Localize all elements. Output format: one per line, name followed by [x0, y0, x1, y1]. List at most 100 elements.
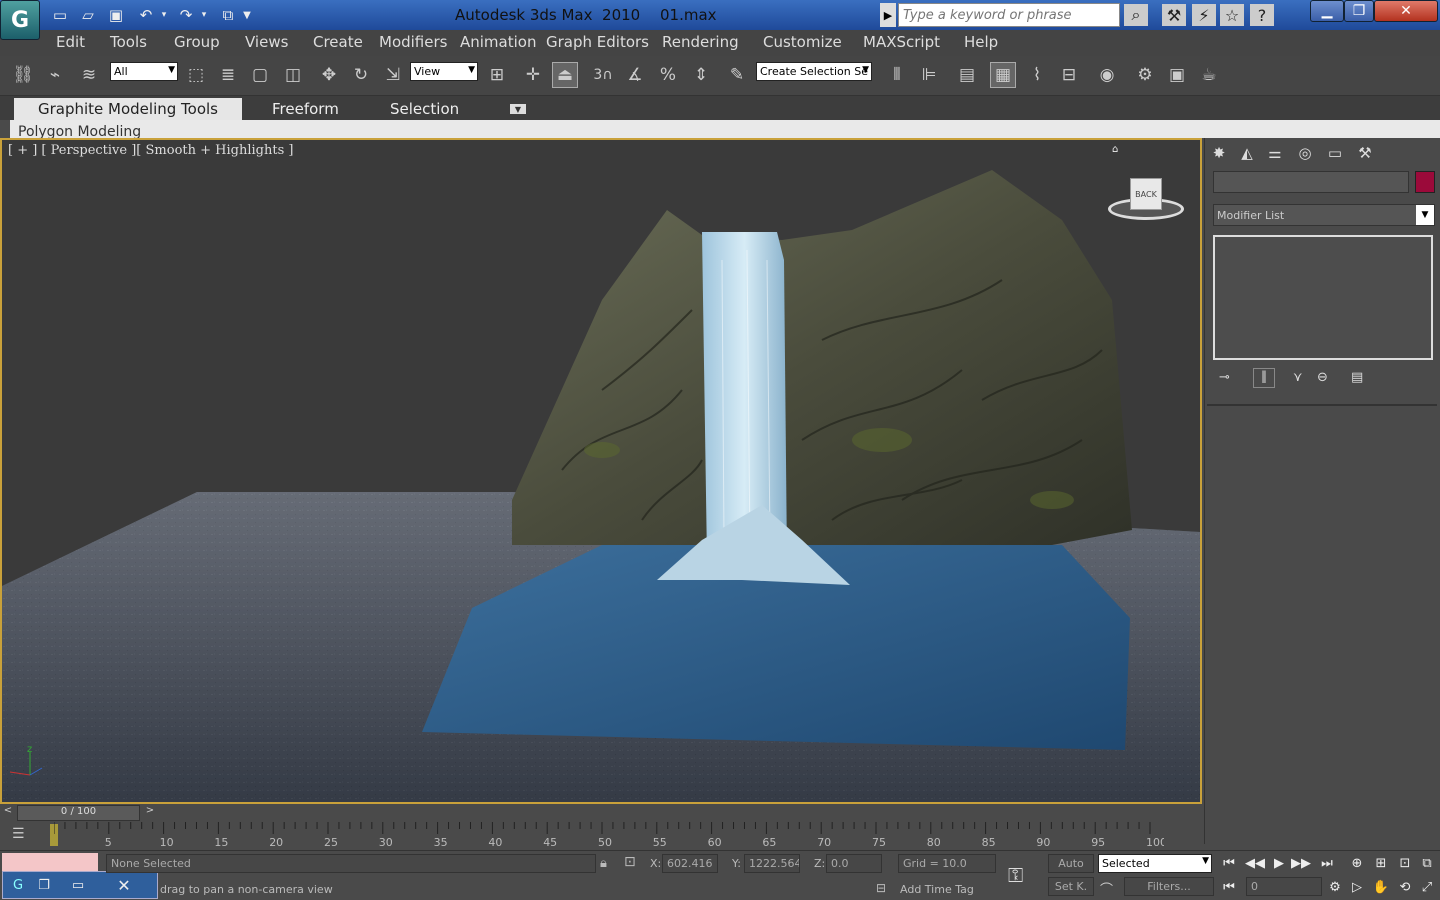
modifier-stack[interactable]: [1213, 235, 1433, 360]
hierarchy-tab-icon[interactable]: ⚌: [1263, 142, 1287, 164]
new-file-icon[interactable]: ▭: [50, 5, 70, 25]
zoom-extents-icon[interactable]: ⊡: [1394, 853, 1416, 873]
object-name-field[interactable]: [1213, 171, 1409, 193]
play-icon[interactable]: ▶: [1268, 853, 1290, 873]
utilities-tab-icon[interactable]: ⚒: [1353, 142, 1377, 164]
spinner-snap-icon[interactable]: ⇕: [688, 62, 714, 88]
favorites-star-icon[interactable]: ☆: [1220, 4, 1244, 26]
curve-editor-icon[interactable]: ⌇: [1024, 62, 1050, 88]
modifier-list-arrow-icon[interactable]: ▼: [1416, 205, 1434, 225]
material-editor-icon[interactable]: ◉: [1094, 62, 1120, 88]
key-filter-dropdown[interactable]: Selected ▼: [1098, 854, 1212, 873]
select-object-icon[interactable]: ⬚: [183, 62, 209, 88]
maxscript-listener[interactable]: [2, 853, 98, 873]
undo-icon[interactable]: ↶: [136, 5, 156, 25]
zoom-extents-all-icon[interactable]: ⧉: [1416, 853, 1438, 873]
selection-lock-icon[interactable]: 🔒︎: [600, 856, 607, 871]
object-color-swatch[interactable]: [1415, 171, 1435, 193]
next-frame-icon[interactable]: ▶▶: [1290, 853, 1312, 873]
time-slider[interactable]: < 0 / 100 >: [0, 804, 1202, 822]
named-selection-set-dropdown[interactable]: Create Selection Se: [756, 62, 872, 81]
graphite-toggle-icon[interactable]: ▦: [990, 62, 1016, 88]
minimized-app-icon[interactable]: G: [7, 875, 29, 895]
binoculars-icon[interactable]: ⌕: [1124, 4, 1148, 26]
key-filters-button[interactable]: Filters...: [1124, 877, 1214, 896]
rendered-frame-icon[interactable]: ▣: [1164, 62, 1190, 88]
time-tag-icon[interactable]: ⊟: [876, 881, 886, 895]
render-setup-icon[interactable]: ⚙: [1132, 62, 1158, 88]
select-and-link-icon[interactable]: ⛓: [10, 62, 36, 88]
time-slider-next[interactable]: >: [142, 805, 158, 821]
time-slider-thumb[interactable]: 0 / 100: [17, 805, 140, 821]
menu-animation[interactable]: Animation: [460, 33, 536, 51]
edit-named-selection-icon[interactable]: ✎: [724, 62, 750, 88]
rotate-icon[interactable]: ↻: [348, 62, 374, 88]
previous-frame-icon[interactable]: ◀◀: [1244, 853, 1266, 873]
perspective-viewport[interactable]: z [ + ] [ Perspective ][ Smooth + Highli…: [0, 138, 1202, 804]
show-end-result-icon[interactable]: ‖: [1253, 368, 1275, 388]
maximize-button[interactable]: ❐: [1344, 0, 1374, 22]
mini-curve-editor-icon[interactable]: ☰: [12, 826, 25, 842]
modify-tab-icon[interactable]: ◭: [1235, 142, 1259, 164]
motion-tab-icon[interactable]: ◎: [1293, 142, 1317, 164]
help-icon[interactable]: ?: [1250, 4, 1274, 26]
rectangular-selection-icon[interactable]: ▢: [247, 62, 273, 88]
x-coordinate-field[interactable]: 602.416: [662, 854, 718, 873]
go-to-end-icon[interactable]: ⏭: [1316, 853, 1338, 873]
scale-icon[interactable]: ⇲: [380, 62, 406, 88]
maximize-viewport-icon[interactable]: ⤢: [1416, 877, 1438, 897]
layer-manager-icon[interactable]: ▤: [954, 62, 980, 88]
select-by-name-icon[interactable]: ≣: [215, 62, 241, 88]
schematic-view-icon[interactable]: ⊟: [1056, 62, 1082, 88]
menu-help[interactable]: Help: [964, 33, 998, 51]
render-production-icon[interactable]: ☕: [1196, 62, 1222, 88]
communication-center-icon[interactable]: ⚒: [1162, 4, 1186, 26]
snaps-toggle-icon[interactable]: 3 ∩: [590, 62, 616, 88]
configure-modifier-sets-icon[interactable]: ▤: [1351, 370, 1363, 385]
key-tangent-icon[interactable]: ⌒: [1100, 879, 1113, 898]
undo-dropdown-icon[interactable]: ▾: [158, 5, 170, 25]
redo-icon[interactable]: ↷: [176, 5, 196, 25]
close-window-icon[interactable]: ✕: [113, 875, 135, 895]
align-icon[interactable]: ⊫: [916, 62, 942, 88]
redo-dropdown-icon[interactable]: ▾: [198, 5, 210, 25]
search-expand-icon[interactable]: ▶: [880, 3, 896, 27]
keyboard-shortcut-toggle-icon[interactable]: ⏏: [552, 62, 578, 88]
time-configuration-icon[interactable]: ⚙: [1324, 877, 1346, 897]
mirror-icon[interactable]: ⫴: [884, 62, 910, 88]
satellite-icon[interactable]: ⚡: [1192, 4, 1216, 26]
current-frame-field[interactable]: 0: [1246, 877, 1322, 896]
tab-freeform[interactable]: Freeform: [258, 98, 353, 120]
menu-graph-editors[interactable]: Graph Editors: [546, 33, 649, 51]
menu-group[interactable]: Group: [174, 33, 220, 51]
app-logo-icon[interactable]: G: [0, 0, 40, 40]
unlink-icon[interactable]: ⌁: [42, 62, 68, 88]
create-tab-icon[interactable]: ✸: [1207, 142, 1231, 164]
set-key-icon[interactable]: ⚿: [1008, 863, 1023, 887]
track-bar[interactable]: ☰ 5 10 15 20 25 30 35 40 45 50 55 60 65 70 75 80 85 90 95 1…: [0, 822, 1202, 850]
reference-coordinate-dropdown[interactable]: View: [410, 62, 478, 81]
viewport-label[interactable]: [ + ] [ Perspective ][ Smooth + Highligh…: [8, 143, 293, 158]
menu-maxscript[interactable]: MAXScript: [863, 33, 940, 51]
manipulate-icon[interactable]: ✛: [520, 62, 546, 88]
project-folder-icon[interactable]: ⧉: [218, 5, 238, 25]
pivot-center-icon[interactable]: ⊞: [484, 62, 510, 88]
maximize-window-icon[interactable]: ▭: [67, 875, 89, 895]
auto-key-button[interactable]: Auto: [1048, 854, 1094, 873]
viewcube-home-icon[interactable]: ⌂: [1112, 144, 1118, 155]
window-crossing-icon[interactable]: ◫: [280, 62, 306, 88]
add-time-tag[interactable]: Add Time Tag: [900, 883, 974, 896]
angle-snap-icon[interactable]: ∡: [622, 62, 648, 88]
absolute-transform-icon[interactable]: ⊡: [624, 854, 636, 870]
time-slider-prev[interactable]: <: [0, 805, 16, 821]
modifier-list-dropdown[interactable]: Modifier List ▼: [1213, 204, 1435, 226]
ribbon-minimize-icon[interactable]: ▼: [510, 104, 526, 114]
make-unique-icon[interactable]: ⋎: [1293, 370, 1303, 385]
zoom-icon[interactable]: ⊕: [1346, 853, 1368, 873]
save-file-icon[interactable]: ▣: [106, 5, 126, 25]
go-to-start-icon[interactable]: ⏮: [1218, 853, 1240, 873]
open-file-icon[interactable]: ▱: [78, 5, 98, 25]
menu-tools[interactable]: Tools: [110, 33, 147, 51]
menu-create[interactable]: Create: [313, 33, 363, 51]
menu-rendering[interactable]: Rendering: [662, 33, 739, 51]
